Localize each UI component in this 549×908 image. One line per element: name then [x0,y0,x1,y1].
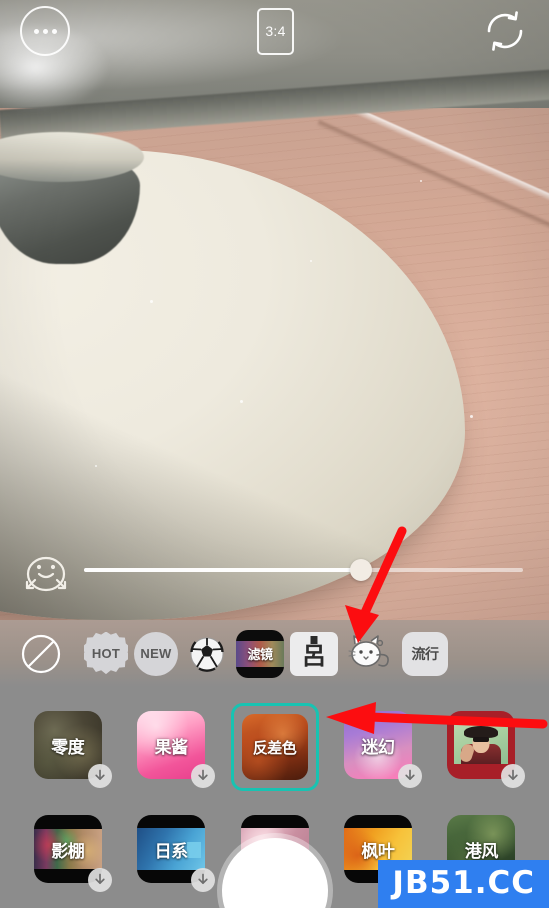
sidebar-item-new[interactable]: NEW [134,631,178,676]
dot-icon [51,28,57,34]
beauty-level-slider[interactable] [84,550,523,590]
dot-icon [33,28,39,34]
download-arrow-icon [508,769,518,781]
sidebar-item-none[interactable] [18,631,64,677]
filter-cell: 影棚 [16,807,119,892]
filter-name-label: 迷幻 [361,737,395,757]
no-filter-icon [21,634,61,673]
portrait-photo [454,720,509,764]
download-arrow-icon [198,769,208,781]
site-watermark: JB51.CC [378,860,549,908]
sidebar-item-sports[interactable] [184,631,230,677]
hot-label: HOT [91,646,121,661]
cat-sticker-icon [348,634,389,667]
filter-cell [430,703,533,788]
download-filter-button[interactable] [191,764,216,788]
beauty-face-button[interactable] [20,546,72,594]
filter-name-label: 果酱 [154,737,189,757]
filter-item-果酱[interactable]: 果酱 [129,703,216,788]
filter-cell: 零度 [16,703,119,788]
portrait-sunglasses [473,737,490,742]
slider-fill [84,568,361,572]
text-sticker-icon: 呂 [290,631,338,676]
download-arrow-icon [405,769,415,781]
switch-camera-button[interactable] [481,7,529,55]
camera-flip-icon [487,11,523,51]
filter-cell: 反差色 [223,703,326,791]
download-filter-button[interactable] [501,764,526,788]
filter-thumbnail: 反差色 [241,714,308,780]
filter-item-影棚[interactable]: 影棚 [26,807,112,892]
smiley-face-icon [25,556,67,592]
top-toolbar: 3:4 [0,0,549,62]
camera-app-screen: 3:4 HOT NEW 滤镜 呂 流行 零度 果酱 反差色 迷幻 影棚 日系 枫… [0,0,549,908]
filter-item-日系[interactable]: 日系 [129,807,216,892]
viewfinder-vignette [0,0,549,620]
sticker-mark [310,635,318,644]
trending-label: 流行 [411,645,440,662]
filter-name-label: 零度 [51,737,85,757]
new-label: NEW [140,646,172,661]
effect-category-tabs: HOT NEW 滤镜 呂 流行 [0,620,549,687]
sidebar-item-hot[interactable]: HOT [84,631,128,676]
download-arrow-icon [95,769,105,781]
hot-badge-icon: HOT [84,631,128,675]
filter-name-label: 影棚 [51,841,85,861]
filter-item-反差色[interactable]: 反差色 [230,703,319,791]
filter-row-1: 零度 果酱 反差色 迷幻 [0,687,549,791]
filter-name-label: 枫叶 [361,841,395,861]
more-options-button[interactable] [20,6,70,56]
download-arrow-icon [95,873,105,885]
filter-cell: 日系 [119,807,222,892]
slider-thumb[interactable] [349,559,372,581]
sidebar-item-filter[interactable]: 滤镜 [236,629,284,678]
camera-viewfinder[interactable] [0,0,549,620]
watermark-text: JB51.CC [392,865,535,901]
filter-name-label: 反差色 [252,739,297,757]
dot-icon [42,28,48,34]
aspect-ratio-button[interactable]: 3:4 [257,7,294,55]
sidebar-item-text-sticker[interactable]: 呂 [290,631,338,676]
new-badge-icon: NEW [134,631,178,676]
filter-name-label: 港风 [464,841,499,861]
download-filter-button[interactable] [397,764,422,788]
filter-name-label: 日系 [154,841,189,861]
sidebar-item-trending[interactable]: 流行 [402,631,448,676]
download-filter-button[interactable] [87,868,112,892]
download-arrow-icon [198,873,208,885]
trending-pill-icon: 流行 [402,631,448,676]
soccer-ball-icon [190,637,224,672]
download-filter-button[interactable] [87,764,112,788]
aspect-ratio-label: 3:4 [265,23,286,39]
filter-thumb-icon: 滤镜 [236,629,284,678]
beauty-slider-row [0,543,549,597]
filter-item-portrait[interactable] [439,703,526,788]
filter-cell: 迷幻 [326,703,429,788]
sidebar-item-cat-sticker[interactable] [344,631,396,677]
filter-item-零度[interactable]: 零度 [26,703,112,788]
filter-tab-label: 滤镜 [247,647,273,662]
download-filter-button[interactable] [191,868,216,892]
filter-item-迷幻[interactable]: 迷幻 [336,703,422,788]
filter-cell: 果酱 [119,703,222,788]
